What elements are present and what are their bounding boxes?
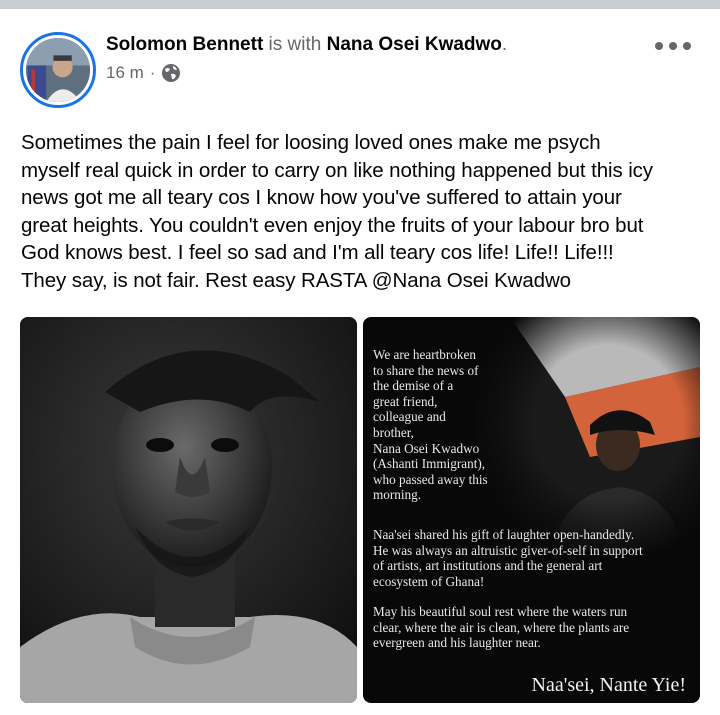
portrait-image — [20, 317, 357, 703]
author-avatar[interactable] — [20, 32, 96, 108]
avatar-image — [26, 38, 90, 102]
memorial-intro-text: We are heartbroken to share the news of … — [373, 347, 488, 503]
memorial-photo — [470, 317, 700, 552]
header-period: . — [501, 34, 508, 55]
memorial-signoff: Naa'sei, Nante Yie! — [531, 674, 686, 696]
memorial-card[interactable]: We are heartbroken to share the news of … — [363, 317, 700, 703]
post-timestamp[interactable]: 16 m — [106, 63, 144, 83]
avatar-photo — [26, 38, 90, 102]
post-body-text: Sometimes the pain I feel for loosing lo… — [21, 131, 653, 292]
post-meta: 16 m · — [106, 63, 181, 83]
more-dot — [683, 42, 691, 50]
author-name[interactable]: Solomon Bennett — [106, 34, 263, 55]
more-options-icon[interactable] — [655, 36, 691, 56]
memorial-paragraph-2: Naa'sei shared his gift of laughter open… — [373, 527, 643, 589]
memorial-paragraph-3: May his beautiful soul rest where the wa… — [373, 604, 630, 651]
more-dot — [669, 42, 677, 50]
meta-separator: · — [149, 63, 156, 82]
more-dot — [655, 42, 663, 50]
with-text: is with — [263, 34, 327, 55]
tagged-user-name[interactable]: Nana Osei Kwadwo — [327, 34, 502, 55]
post-header: Solomon Bennett is with Nana Osei Kwadwo… — [106, 33, 507, 57]
globe-icon[interactable] — [161, 63, 181, 83]
post-photo-portrait[interactable] — [20, 317, 357, 703]
top-divider — [0, 0, 720, 9]
